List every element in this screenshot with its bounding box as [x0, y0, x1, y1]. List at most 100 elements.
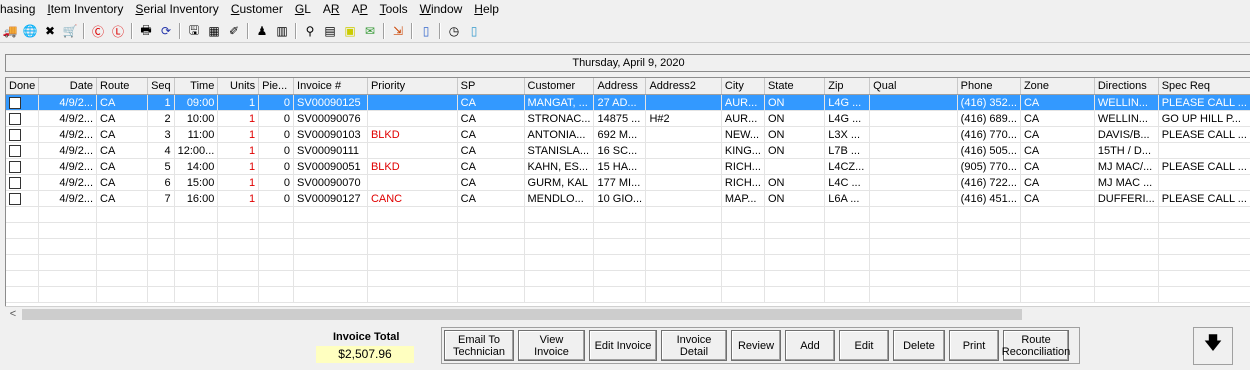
clock-icon[interactable]: ◷: [445, 22, 463, 40]
column-header-address2[interactable]: Address2: [645, 78, 722, 95]
table-row[interactable]: 4/9/2... CA 7 16:00 1 0 SV00090127 CANC CA MENDLO…: [6, 190, 1250, 207]
column-header-directions[interactable]: Directions: [1094, 78, 1159, 95]
schedule-grid[interactable]: Done Date Route Seq Time Units Pie... Invoice #…: [5, 77, 1250, 322]
down-arrow-button[interactable]: 🡇: [1193, 327, 1233, 365]
column-header-sp[interactable]: SP: [457, 78, 525, 95]
cell-date: [38, 286, 98, 303]
menu-tools[interactable]: Tools: [374, 0, 414, 19]
column-header-priority[interactable]: Priority: [367, 78, 458, 95]
menu-item-inventory[interactable]: Item Inventory: [41, 0, 129, 19]
cell-address: 177 MI...: [593, 174, 647, 191]
table-row[interactable]: 4/9/2... CA 1 09:00 1 0 SV00090125 CA MANGAT, ..…: [6, 94, 1250, 111]
scrollbar-thumb[interactable]: [22, 309, 1022, 320]
done-checkbox[interactable]: [9, 176, 21, 189]
done-checkbox[interactable]: [9, 160, 21, 173]
pin-icon[interactable]: ⚲: [301, 22, 319, 40]
cart-icon[interactable]: 🛒: [61, 22, 79, 40]
done-checkbox[interactable]: [9, 144, 21, 157]
email-technician-button[interactable]: Email To Technician: [444, 330, 514, 361]
column-header-state[interactable]: State: [764, 78, 826, 95]
note-icon[interactable]: ▣: [341, 22, 359, 40]
menu-hasing[interactable]: hasing: [0, 0, 41, 19]
column-header-customer[interactable]: Customer: [524, 78, 595, 95]
cell-customer: STANISLA...: [524, 142, 595, 159]
cell-invoice: SV00090127: [293, 190, 368, 207]
table-row[interactable]: [6, 270, 1250, 287]
disk-icon[interactable]: 🖫: [185, 22, 203, 40]
cell-invoice: [293, 254, 368, 271]
cell-phone: (416) 505...: [957, 142, 1021, 159]
chat-icon[interactable]: ✉: [361, 22, 379, 40]
barcode-icon[interactable]: ▥: [273, 22, 291, 40]
column-header-time[interactable]: Time: [174, 78, 219, 95]
print-button[interactable]: Print: [949, 330, 999, 361]
edit-button[interactable]: Edit: [839, 330, 889, 361]
book-icon[interactable]: ▯: [417, 22, 435, 40]
add-button[interactable]: Add: [785, 330, 835, 361]
column-header-units[interactable]: Units: [217, 78, 260, 95]
menu-ap[interactable]: AP: [346, 0, 374, 19]
done-checkbox[interactable]: [9, 192, 21, 205]
cell-city: [721, 270, 765, 287]
column-header-done[interactable]: Done: [6, 78, 40, 95]
menu-ar[interactable]: AR: [317, 0, 346, 19]
column-header-pie[interactable]: Pie...: [258, 78, 295, 95]
no-c-icon[interactable]: Ⓒ: [89, 22, 107, 40]
table-row[interactable]: [6, 238, 1250, 255]
horizontal-scrollbar[interactable]: <: [5, 306, 1250, 322]
menu-gl[interactable]: GL: [289, 0, 317, 19]
route-reconciliation-button[interactable]: Route Reconciliation: [1002, 330, 1070, 361]
done-checkbox-cell: [6, 142, 40, 159]
table-row[interactable]: 4/9/2... CA 3 11:00 1 0 SV00090103 BLKD CA ANTONI…: [6, 126, 1250, 143]
cell-address2: [645, 174, 722, 191]
column-header-zone[interactable]: Zone: [1020, 78, 1095, 95]
review-button[interactable]: Review: [731, 330, 781, 361]
table-row[interactable]: [6, 254, 1250, 271]
truck-icon[interactable]: 🚚: [1, 22, 19, 40]
table-row[interactable]: [6, 222, 1250, 239]
column-header-seq[interactable]: Seq: [147, 78, 175, 95]
no-l-icon[interactable]: Ⓛ: [109, 22, 127, 40]
exit-icon[interactable]: ⇲: [389, 22, 407, 40]
table-row[interactable]: 4/9/2... CA 6 15:00 1 0 SV00090070 CA GURM, KAL 1…: [6, 174, 1250, 191]
done-checkbox[interactable]: [9, 96, 21, 109]
table-row[interactable]: 4/9/2... CA 5 14:00 1 0 SV00090051 BLKD CA KAHN, …: [6, 158, 1250, 175]
column-header-phone[interactable]: Phone: [957, 78, 1021, 95]
user-icon[interactable]: ♟: [253, 22, 271, 40]
edit-invoice-button[interactable]: Edit Invoice: [589, 330, 657, 361]
column-header-date[interactable]: Date: [38, 78, 98, 95]
cell-specreq: [1158, 142, 1250, 159]
column-header-spec-req[interactable]: Spec Req: [1158, 78, 1250, 95]
scroll-left-arrow-icon[interactable]: <: [5, 307, 21, 322]
column-header-route[interactable]: Route: [96, 78, 148, 95]
column-header-zip[interactable]: Zip: [824, 78, 871, 95]
menu-customer[interactable]: Customer: [225, 0, 289, 19]
cell-zone: CA: [1020, 110, 1095, 127]
table-row[interactable]: [6, 286, 1250, 303]
table-row[interactable]: [6, 206, 1250, 223]
column-header-qual[interactable]: Qual: [869, 78, 958, 95]
table-row[interactable]: 4/9/2... CA 4 12:00... 1 0 SV00090111 CA STANISL…: [6, 142, 1250, 159]
refresh-icon[interactable]: ⟳: [157, 22, 175, 40]
printer-icon[interactable]: 🖶: [137, 22, 155, 40]
done-checkbox[interactable]: [9, 128, 21, 141]
menu-serial-inventory[interactable]: Serial Inventory: [129, 0, 224, 19]
delete-button[interactable]: Delete: [893, 330, 945, 361]
view-invoice-button[interactable]: View Invoice: [518, 330, 585, 361]
eraser-icon[interactable]: ✐: [225, 22, 243, 40]
page-icon[interactable]: ▯: [465, 22, 483, 40]
notes-icon[interactable]: ▤: [321, 22, 339, 40]
menu-window[interactable]: Window: [414, 0, 469, 19]
column-header-address[interactable]: Address: [593, 78, 647, 95]
tools-icon[interactable]: ✖: [41, 22, 59, 40]
column-header-invoice[interactable]: Invoice #: [293, 78, 368, 95]
done-checkbox[interactable]: [9, 112, 21, 125]
table-row[interactable]: 4/9/2... CA 2 10:00 1 0 SV00090076 CA STRONAC...…: [6, 110, 1250, 127]
calculator-icon[interactable]: ▦: [205, 22, 223, 40]
menu-help[interactable]: Help: [468, 0, 505, 19]
menu-bar: hasing Item Inventory Serial Inventory Cust…: [0, 0, 1250, 19]
globe-icon[interactable]: 🌐: [21, 22, 39, 40]
column-header-city[interactable]: City: [721, 78, 765, 95]
invoice-detail-button[interactable]: Invoice Detail: [661, 330, 727, 361]
done-checkbox-cell: [6, 174, 40, 191]
